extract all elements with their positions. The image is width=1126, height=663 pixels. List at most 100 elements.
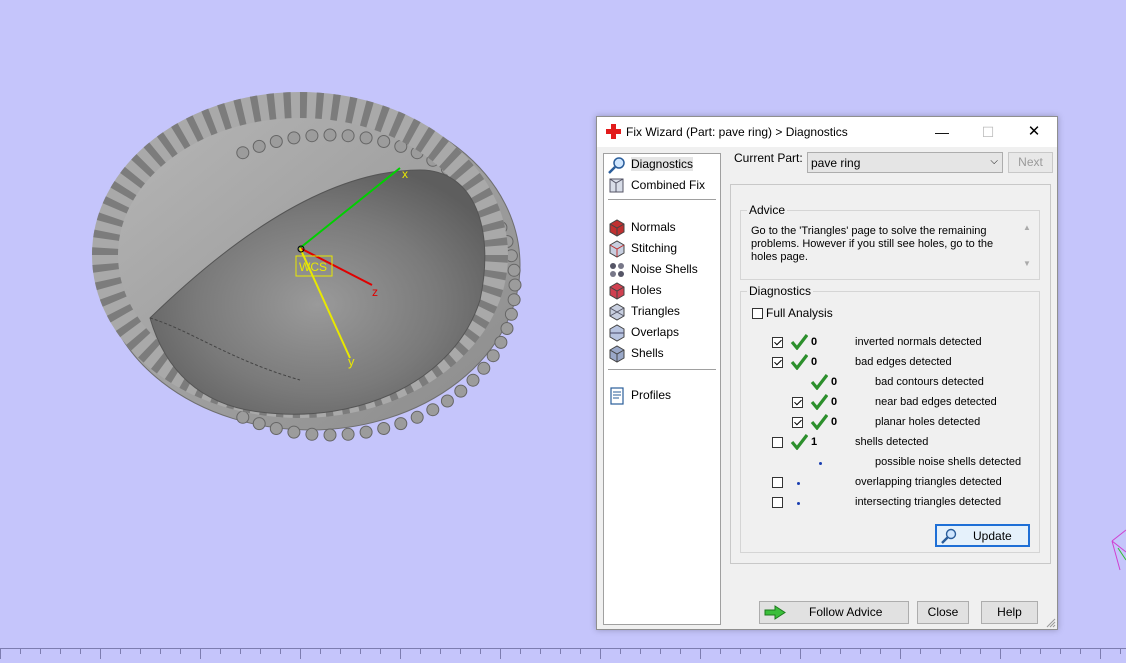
ruler-tick — [440, 649, 441, 654]
pending-dot-icon — [819, 462, 822, 465]
next-button[interactable]: Next — [1008, 152, 1053, 173]
sidebar-item-holes[interactable]: Holes — [608, 281, 718, 300]
intersecting-triangles-checkbox[interactable] — [772, 497, 783, 508]
planar-holes-checkbox[interactable] — [792, 417, 803, 428]
check-ok-icon — [810, 374, 828, 390]
sidebar-item-shells[interactable]: Shells — [608, 344, 718, 363]
pave-stone — [394, 417, 408, 431]
ruler-tick — [980, 649, 981, 654]
x-axis-label: x — [402, 167, 408, 181]
ruler-tick — [1080, 649, 1081, 654]
current-part-label: Current Part: — [734, 151, 803, 165]
pave-stone — [269, 422, 283, 435]
sidebar-item-overlaps[interactable]: Overlaps — [608, 323, 718, 342]
inverted-normals-checkbox[interactable] — [772, 337, 783, 348]
sidebar-item-label: Triangles — [631, 304, 680, 318]
bad-edges-checkbox[interactable] — [772, 357, 783, 368]
pave-stone — [377, 135, 391, 148]
ruler-tick — [660, 649, 661, 654]
help-button[interactable]: Help — [981, 601, 1038, 624]
ruler-tick — [360, 649, 361, 654]
ruler — [0, 648, 1126, 663]
ruler-tick — [320, 649, 321, 654]
ruler-tick — [820, 649, 821, 654]
maximize-button[interactable]: ☐ — [965, 117, 1011, 147]
overlapping-triangles-checkbox[interactable] — [772, 477, 783, 488]
ruler-tick — [700, 649, 701, 659]
ruler-tick — [420, 649, 421, 654]
pave-stone — [494, 335, 508, 349]
minimize-button[interactable]: — — [919, 117, 965, 147]
advice-text: Go to the 'Triangles' page to solve the … — [751, 225, 994, 263]
bad-edges-label: bad edges detected — [855, 356, 952, 368]
ruler-tick — [680, 649, 681, 654]
check-ok-icon — [810, 394, 828, 410]
close-button[interactable]: Close — [917, 601, 969, 624]
ruler-tick — [720, 649, 721, 654]
bad-contours-label: bad contours detected — [875, 376, 984, 388]
sidebar-item-normals[interactable]: Normals — [608, 218, 718, 237]
scroll-down-icon[interactable]: ▼ — [1023, 259, 1031, 268]
diagnostics-title: Diagnostics — [747, 284, 814, 298]
follow-advice-button[interactable]: Follow Advice — [759, 601, 909, 624]
fix-wizard-dialog: Fix Wizard (Part: pave ring) > Diagnosti… — [596, 116, 1058, 630]
pave-stone — [252, 139, 266, 153]
ruler-tick — [500, 649, 501, 659]
pave-stone — [359, 131, 373, 145]
advice-scrollbar[interactable]: ▲ ▼ — [1021, 223, 1035, 271]
ruler-tick — [1060, 649, 1061, 654]
planar-holes-count: 0 — [831, 416, 838, 428]
sidebar-item-label: Profiles — [631, 388, 672, 402]
chevron-down-icon: ⌵ — [990, 156, 998, 167]
current-part-select[interactable]: pave ring ⌵ — [807, 152, 1003, 173]
pave-stone — [486, 349, 500, 363]
scroll-up-icon[interactable]: ▲ — [1023, 223, 1031, 232]
ruler-tick — [80, 649, 81, 654]
sidebar-item-triangles[interactable]: Triangles — [608, 302, 718, 321]
ruler-tick — [1120, 649, 1121, 654]
update-button[interactable]: Update — [935, 524, 1030, 547]
sidebar-item-combined-fix[interactable]: Combined Fix — [608, 176, 718, 195]
ruler-tick — [740, 649, 741, 654]
pave-stone — [305, 427, 319, 441]
view-cube-icon[interactable] — [1111, 529, 1126, 571]
wcs-label: WCS — [299, 260, 327, 274]
ruler-tick — [160, 649, 161, 654]
pave-stone — [287, 425, 301, 439]
sidebar-item-diagnostics[interactable]: Diagnostics — [608, 155, 718, 174]
pave-stone — [305, 129, 319, 143]
sidebar-divider — [608, 369, 716, 370]
ruler-tick — [560, 649, 561, 654]
inverted-normals-count: 0 — [811, 336, 818, 348]
resize-grip-icon[interactable] — [1046, 618, 1056, 628]
full-analysis-checkbox[interactable] — [752, 308, 763, 319]
sidebar-item-profiles[interactable]: Profiles — [608, 386, 718, 405]
ruler-tick — [380, 649, 381, 654]
sidebar-item-noise-shells[interactable]: Noise Shells — [608, 260, 718, 279]
pave-stone — [341, 129, 355, 143]
ruler-tick — [0, 649, 1, 659]
pending-dot-icon — [797, 482, 800, 485]
ruler-tick — [280, 649, 281, 654]
near-bad-edges-label: near bad edges detected — [875, 396, 997, 408]
ruler-tick — [200, 649, 201, 659]
magnifier-icon — [608, 157, 625, 174]
ruler-tick — [220, 649, 221, 654]
inverted-normals-label: inverted normals detected — [855, 336, 982, 348]
shells-checkbox[interactable] — [772, 437, 783, 448]
sidebar-item-stitching[interactable]: Stitching — [608, 239, 718, 258]
dialog-titlebar[interactable]: Fix Wizard (Part: pave ring) > Diagnosti… — [597, 117, 1057, 147]
pave-stone — [236, 146, 250, 160]
check-ok-icon — [790, 334, 808, 350]
near-bad-edges-checkbox[interactable] — [792, 397, 803, 408]
diagnostics-group: Diagnostics Full Analysis 0 inverted nor… — [740, 284, 1040, 553]
close-window-button[interactable]: ✕ — [1011, 117, 1057, 147]
shells-label: shells detected — [855, 436, 929, 448]
pave-stone — [426, 403, 440, 417]
stitching-icon — [609, 240, 625, 258]
shells-count: 1 — [811, 436, 818, 448]
ruler-tick — [780, 649, 781, 654]
ruler-tick — [940, 649, 941, 654]
ruler-tick — [540, 649, 541, 654]
fix-wizard-sidebar: Diagnostics Combined Fix Normals Stitchi… — [603, 153, 721, 625]
